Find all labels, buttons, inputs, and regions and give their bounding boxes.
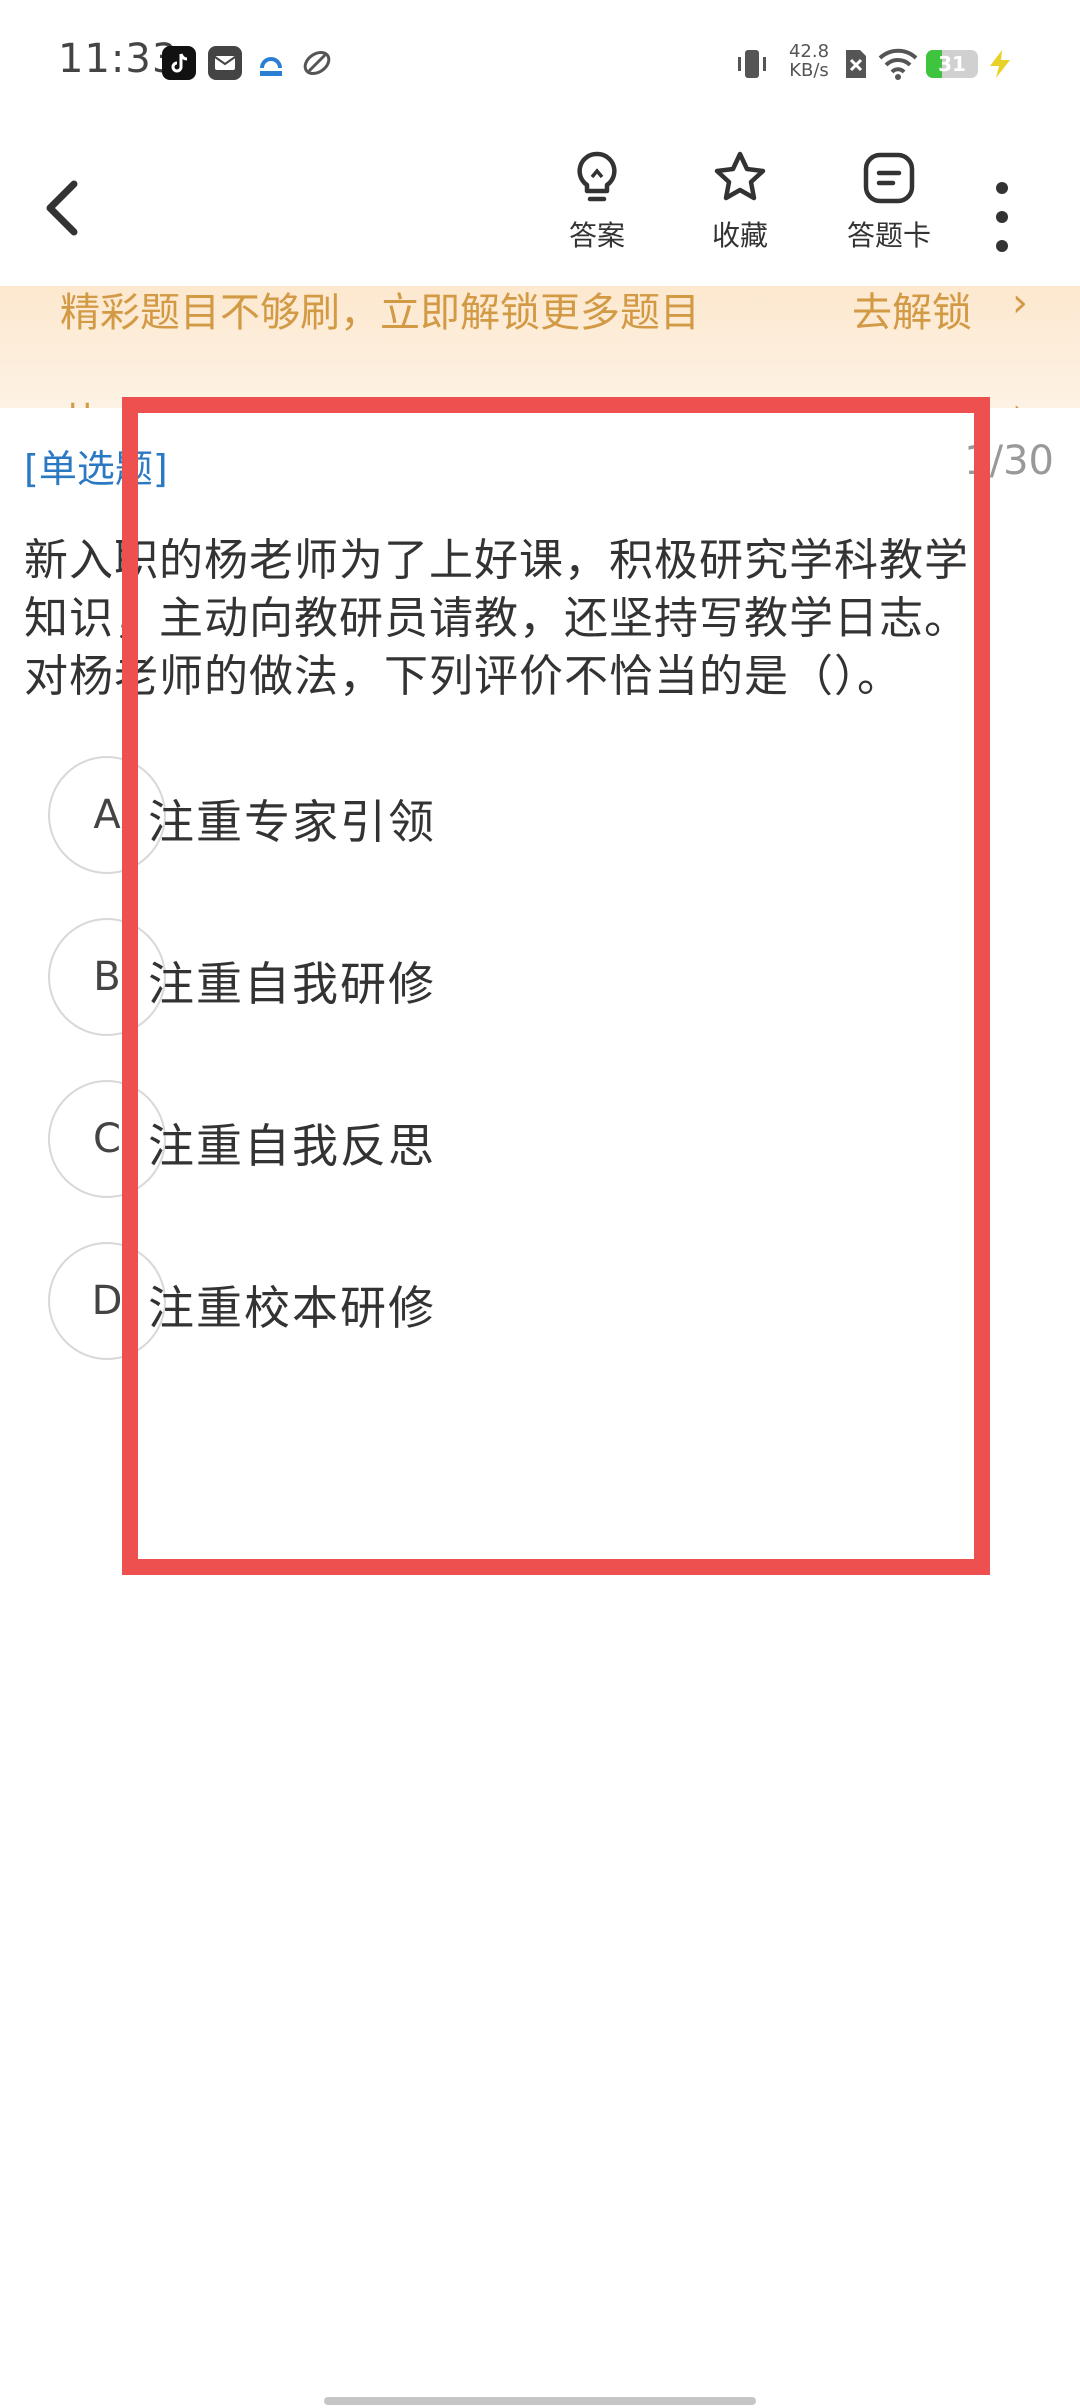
answer-card-button[interactable]: 答题卡	[834, 148, 944, 268]
answer-button[interactable]: 答案	[542, 148, 652, 268]
unlock-promo-banner[interactable]: 精彩题目不够刷，立即解锁更多题目 去解锁 › 共 ›	[0, 286, 1080, 408]
charging-icon	[986, 48, 1014, 84]
battery-icon: 31	[926, 50, 978, 78]
status-bar: 11:33 42.8 KB/s 31	[0, 0, 1080, 128]
favorite-label: 收藏	[711, 219, 768, 252]
vibrate-icon	[734, 46, 770, 86]
home-indicator[interactable]	[324, 2397, 756, 2405]
promo-sub-text: 共	[60, 390, 100, 408]
more-menu-button[interactable]	[978, 172, 1026, 262]
highlight-box	[122, 397, 990, 1575]
network-speed: 42.8 KB/s	[788, 41, 830, 81]
bank-app-icon	[254, 46, 288, 80]
no-sim-icon	[842, 48, 870, 84]
star-icon	[714, 151, 766, 201]
unlock-link[interactable]: 去解锁	[852, 286, 972, 338]
browser-app-icon	[300, 46, 334, 80]
lightbulb-icon	[577, 151, 617, 202]
answer-label: 答案	[568, 219, 625, 252]
wifi-icon	[878, 46, 918, 84]
status-time: 11:33	[58, 36, 179, 82]
top-navigation: 答案 收藏 答题卡	[0, 128, 1080, 286]
mail-app-icon	[208, 46, 242, 80]
chevron-right-icon: ›	[1012, 390, 1028, 408]
more-vertical-icon	[996, 182, 1008, 252]
tiktok-icon	[162, 46, 196, 80]
answer-card-label: 答题卡	[846, 219, 931, 252]
chevron-right-icon: ›	[1012, 286, 1028, 326]
answer-card-icon	[863, 152, 915, 204]
favorite-button[interactable]: 收藏	[685, 148, 795, 268]
chevron-left-icon	[46, 180, 78, 236]
promo-text: 精彩题目不够刷，立即解锁更多题目	[60, 290, 700, 336]
back-button[interactable]	[36, 168, 92, 248]
